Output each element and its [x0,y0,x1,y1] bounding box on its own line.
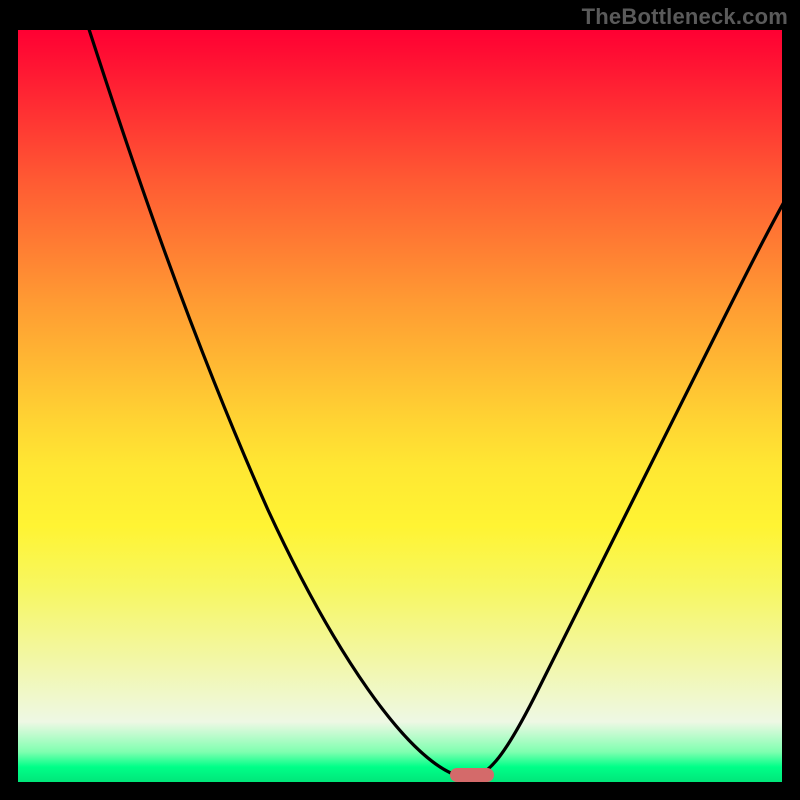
optimal-marker [450,768,494,782]
curve-svg [18,30,782,782]
bottleneck-curve-path [86,30,782,778]
watermark-text: TheBottleneck.com [582,4,788,30]
plot-area [18,30,782,782]
chart-frame: TheBottleneck.com [0,0,800,800]
